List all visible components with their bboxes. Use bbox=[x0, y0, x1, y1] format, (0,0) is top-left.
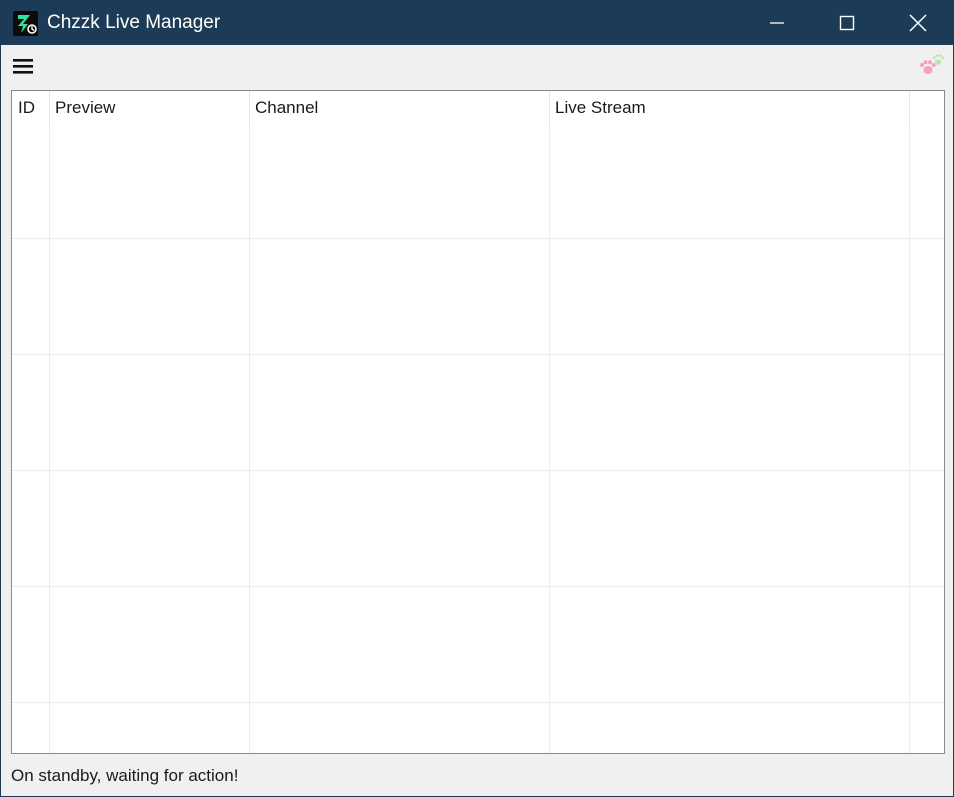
table-row[interactable] bbox=[12, 587, 944, 703]
toolbar bbox=[1, 45, 953, 89]
column-header-live-stream[interactable]: Live Stream bbox=[549, 91, 909, 125]
chzzk-app-icon bbox=[13, 11, 38, 36]
table-row[interactable] bbox=[12, 355, 944, 471]
table-row[interactable] bbox=[12, 703, 944, 753]
table-row[interactable] bbox=[12, 471, 944, 587]
streams-table[interactable]: ID Preview Channel Live Stream bbox=[11, 90, 945, 754]
close-button[interactable] bbox=[883, 1, 953, 45]
status-text: On standby, waiting for action! bbox=[11, 766, 239, 785]
menu-button[interactable] bbox=[11, 53, 35, 79]
column-header-extra[interactable] bbox=[909, 91, 944, 125]
minimize-icon bbox=[770, 22, 784, 24]
column-header-preview[interactable]: Preview bbox=[49, 91, 249, 125]
window-title: Chzzk Live Manager bbox=[47, 12, 221, 33]
app-window: Chzzk Live Manager ID Preview Channel Li… bbox=[0, 0, 954, 797]
table-header: ID Preview Channel Live Stream bbox=[12, 91, 944, 125]
hamburger-menu-icon bbox=[13, 59, 33, 74]
maximize-icon bbox=[839, 15, 855, 31]
column-header-channel[interactable]: Channel bbox=[249, 91, 549, 125]
close-icon bbox=[909, 14, 927, 32]
column-header-id[interactable]: ID bbox=[12, 91, 49, 125]
table-row[interactable] bbox=[12, 239, 944, 355]
maximize-button[interactable] bbox=[812, 1, 882, 45]
minimize-button[interactable] bbox=[742, 1, 812, 45]
paw-prints-icon bbox=[920, 54, 945, 74]
title-bar[interactable]: Chzzk Live Manager bbox=[1, 1, 953, 45]
table-row[interactable] bbox=[12, 123, 944, 239]
